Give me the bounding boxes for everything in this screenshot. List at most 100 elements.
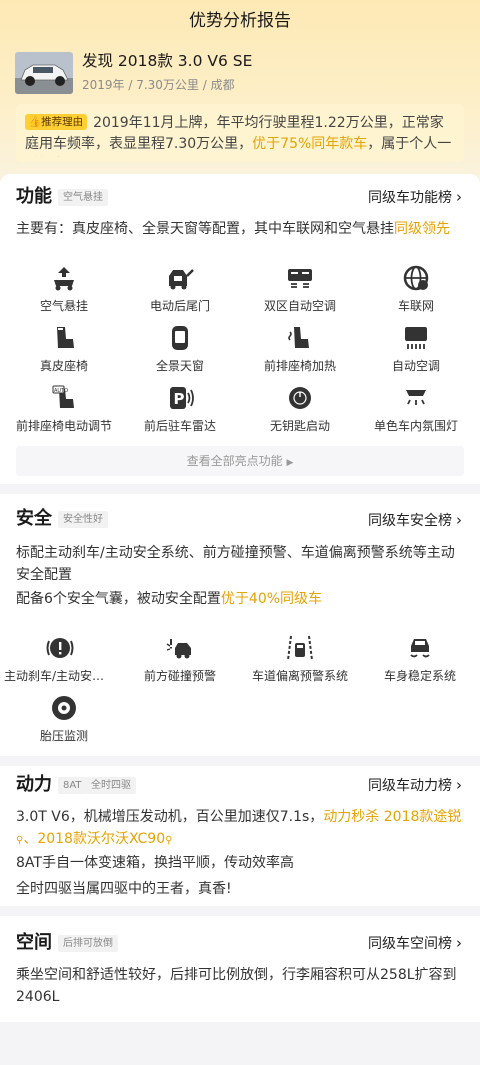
power-rank-label: 同级车动力榜 bbox=[368, 778, 452, 794]
feature-power-seat[interactable]: AUTO 前排座椅电动调节 bbox=[4, 384, 124, 434]
feature-auto-ac[interactable]: 自动空调 bbox=[356, 324, 476, 374]
feature-label: 真皮座椅 bbox=[39, 359, 88, 373]
feature-panoramic-sunroof[interactable]: 全景天窗 bbox=[120, 324, 240, 374]
safety-card: 安全 安全性好 同级车安全榜 › 标配主动刹车/主动安全系统、前方碰撞预警、车道偏… bbox=[0, 494, 480, 756]
tire-pressure-icon bbox=[52, 696, 76, 720]
feature-label: 胎压监测 bbox=[39, 729, 88, 743]
feature-label: 空气悬挂 bbox=[39, 299, 88, 313]
feature-label: 全景天窗 bbox=[155, 359, 204, 373]
feature-label: 前后驻车雷达 bbox=[143, 419, 216, 433]
svg-text:AUTO: AUTO bbox=[54, 388, 68, 394]
leather-seat-icon bbox=[57, 327, 74, 348]
view-all-features-button[interactable]: 查看全部亮点功能 ▶ bbox=[16, 446, 464, 476]
safety-desc-2-highlight: 优于40%同级车 bbox=[220, 591, 323, 607]
page-title: 优势分析报告 bbox=[189, 11, 291, 31]
safety-desc-2-text: 配备6个安全气囊，被动安全配置 bbox=[16, 591, 221, 607]
safety-title: 安全 bbox=[16, 508, 52, 529]
recommend-reason-text: 👍推荐理由 2019年11月上牌，年平均行驶里程1.22万公里，正常家庭用车频率，… bbox=[25, 113, 455, 157]
space-title: 空间 bbox=[16, 932, 52, 953]
function-rank-link[interactable]: 同级车功能榜 › bbox=[368, 186, 462, 209]
power-line-2: 8AT手自一体变速箱，换挡平顺，传动效率高 bbox=[16, 855, 294, 871]
dual-zone-ac-icon bbox=[288, 269, 312, 288]
feature-label: 主动刹车/主动安全系统 bbox=[4, 669, 120, 683]
feature-stability-control[interactable]: 车身稳定系统 bbox=[360, 634, 480, 684]
space-rank-link[interactable]: 同级车空间榜 › bbox=[368, 932, 462, 955]
search-icon: ⚲ bbox=[165, 835, 173, 846]
space-tag: 后排可放倒 bbox=[58, 935, 118, 952]
lane-departure-icon bbox=[287, 635, 313, 661]
feature-label: 无钥匙启动 bbox=[269, 419, 330, 433]
feature-label: 前排座椅加热 bbox=[263, 359, 336, 373]
competitor-label: 动力秒杀 2018款途锐 bbox=[323, 809, 462, 825]
function-desc: 主要有：真皮座椅、全景天窗等配置，其中车联网和空气悬挂同级领先 bbox=[16, 218, 466, 240]
feature-keyless-start[interactable]: 无钥匙启动 bbox=[240, 384, 360, 434]
function-tag: 空气悬挂 bbox=[58, 189, 108, 206]
feature-ambient-light[interactable]: 单色车内氛围灯 bbox=[356, 384, 476, 434]
feature-label: 车身稳定系统 bbox=[383, 669, 456, 683]
space-desc: 乘坐空间和舒适性较好，后排可比例放倒，行李厢容积可从258L扩容到2406L bbox=[16, 967, 457, 1005]
power-card: 动力 8AT 全时四驱 同级车动力榜 › 3.0T V6，机械增压发动机，百公里加… bbox=[0, 766, 480, 906]
car-meta: 2019年 / 7.30万公里 / 成都 bbox=[82, 78, 235, 92]
chevron-right-icon: › bbox=[456, 188, 462, 206]
power-line-1-text: 3.0T V6，机械增压发动机，百公里加速仅7.1s， bbox=[16, 809, 324, 825]
power-rank-link[interactable]: 同级车动力榜 › bbox=[368, 774, 462, 797]
feature-power-tailgate[interactable]: 电动后尾门 bbox=[120, 264, 240, 314]
ambient-light-icon bbox=[406, 390, 426, 405]
car-name: 发现 2018款 3.0 V6 SE bbox=[82, 52, 253, 70]
power-tag-transmission: 8AT bbox=[58, 777, 87, 794]
function-title: 功能 bbox=[16, 186, 52, 207]
safety-desc-1: 标配主动刹车/主动安全系统、前方碰撞预警、车道偏离预警系统等主动安全配置 bbox=[16, 545, 455, 583]
active-brake-icon bbox=[46, 638, 74, 658]
feature-label: 单色车内氛围灯 bbox=[373, 419, 458, 433]
seat-heating-icon bbox=[288, 327, 309, 348]
function-desc-highlight: 同级领先 bbox=[394, 221, 450, 237]
feature-label: 车联网 bbox=[397, 299, 434, 313]
air-suspension-icon bbox=[54, 267, 74, 291]
power-tag-drivetrain: 全时四驱 bbox=[86, 777, 136, 794]
chevron-right-icon: › bbox=[456, 511, 462, 529]
parking-radar-icon: P bbox=[170, 387, 194, 409]
feature-lane-departure[interactable]: 车道偏离预警系统 bbox=[240, 634, 360, 684]
function-desc-text: 主要有：真皮座椅、全景天窗等配置，其中车联网和空气悬挂 bbox=[16, 221, 394, 237]
space-card: 空间 后排可放倒 同级车空间榜 › 乘坐空间和舒适性较好，后排可比例放倒，行李厢容… bbox=[0, 916, 480, 1022]
feature-tire-pressure[interactable]: 胎压监测 bbox=[4, 694, 124, 744]
safety-rank-link[interactable]: 同级车安全榜 › bbox=[368, 509, 462, 532]
competitor-label: 2018款沃尔沃XC90 bbox=[37, 831, 166, 847]
feature-seat-heating[interactable]: 前排座椅加热 bbox=[240, 324, 360, 374]
power-line-3: 全时四驱当属四驱中的王者，真香! bbox=[16, 881, 232, 897]
view-all-features-label: 查看全部亮点功能 bbox=[186, 454, 283, 468]
safety-desc-2: 配备6个安全气囊，被动安全配置优于40%同级车 bbox=[16, 588, 466, 610]
safety-tag: 安全性好 bbox=[58, 511, 108, 528]
feature-parking-radar[interactable]: P 前后驻车雷达 bbox=[120, 384, 240, 434]
function-rank-label: 同级车功能榜 bbox=[368, 190, 452, 206]
feature-leather-seat[interactable]: 真皮座椅 bbox=[4, 324, 124, 374]
space-rank-label: 同级车空间榜 bbox=[368, 936, 452, 952]
power-line-1-sep: 、 bbox=[23, 831, 38, 847]
keyless-start-icon bbox=[289, 387, 311, 409]
feature-label: 前排座椅电动调节 bbox=[15, 419, 112, 433]
competitor-link-xc90[interactable]: 2018款沃尔沃XC90⚲ bbox=[37, 831, 172, 847]
power-seat-icon: AUTO bbox=[52, 385, 74, 408]
power-line-1: 3.0T V6，机械增压发动机，百公里加速仅7.1s，动力秒杀 2018款途锐 ⚲… bbox=[16, 806, 466, 852]
recommend-badge: 👍推荐理由 bbox=[25, 114, 88, 130]
stability-control-icon bbox=[410, 639, 430, 658]
car-photo-icon bbox=[15, 52, 73, 94]
power-tailgate-icon bbox=[169, 269, 194, 290]
car-thumbnail[interactable] bbox=[15, 52, 73, 94]
feature-label: 自动空调 bbox=[391, 359, 440, 373]
chevron-right-icon: › bbox=[456, 934, 462, 952]
power-title: 动力 bbox=[16, 774, 52, 795]
triangle-right-icon: ▶ bbox=[286, 458, 294, 468]
feature-label: 电动后尾门 bbox=[149, 299, 210, 313]
feature-label: 车道偏离预警系统 bbox=[251, 669, 348, 683]
feature-label: 前方碰撞预警 bbox=[143, 669, 216, 683]
feature-connected-car[interactable]: 车联网 bbox=[356, 264, 476, 314]
recommend-badge-label: 推荐理由 bbox=[41, 116, 84, 128]
feature-air-suspension[interactable]: 空气悬挂 bbox=[4, 264, 124, 314]
feature-dual-zone-ac[interactable]: 双区自动空调 bbox=[240, 264, 360, 314]
collision-warning-icon bbox=[166, 639, 191, 659]
feature-active-brake[interactable]: 主动刹车/主动安全系统 bbox=[0, 634, 120, 684]
function-card: 功能 空气悬挂 同级车功能榜 › 主要有：真皮座椅、全景天窗等配置，其中车联网和空… bbox=[0, 174, 480, 484]
feature-collision-warning[interactable]: 前方碰撞预警 bbox=[120, 634, 240, 684]
connected-car-icon bbox=[403, 265, 429, 291]
